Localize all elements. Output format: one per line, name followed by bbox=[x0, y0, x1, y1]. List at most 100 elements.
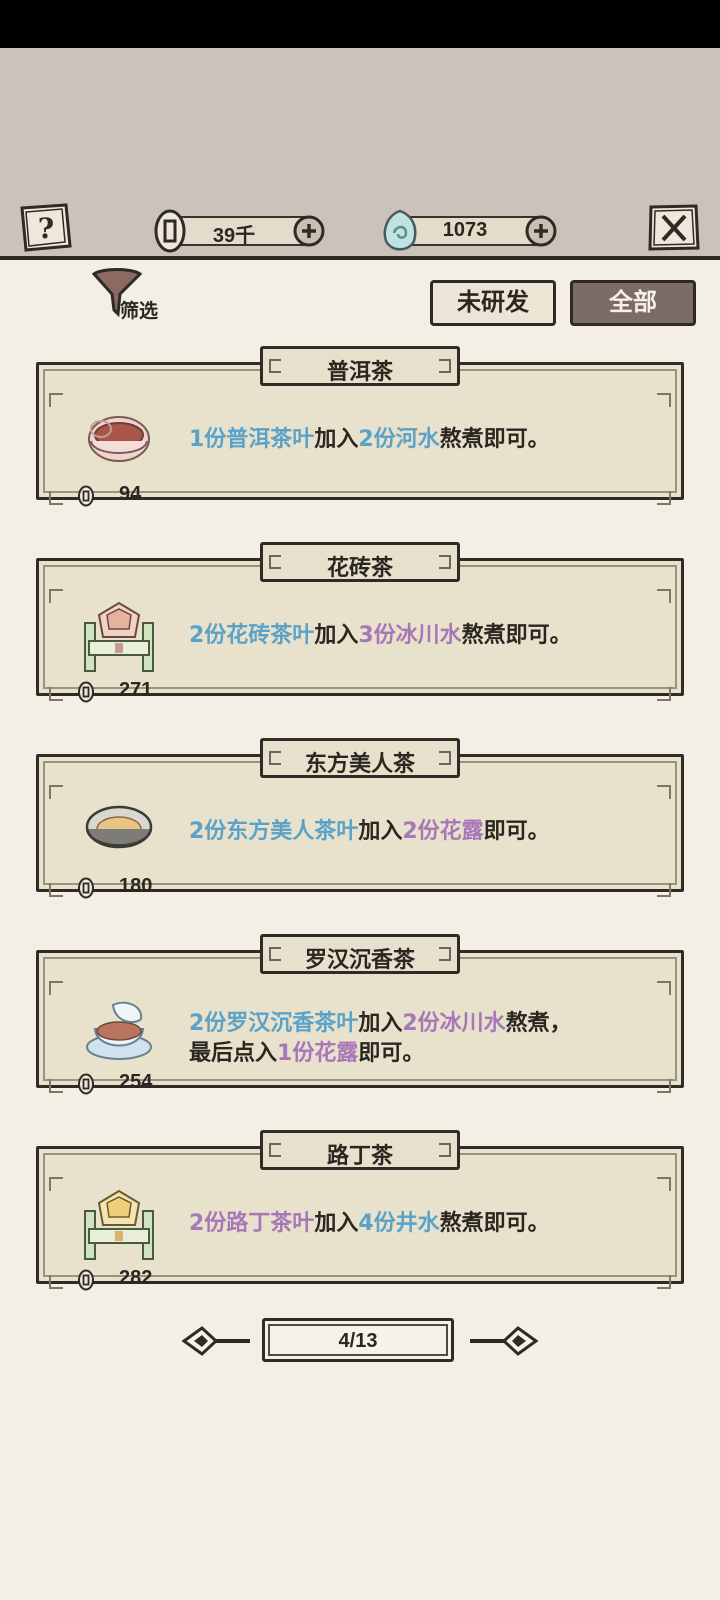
corner-ornament bbox=[657, 1079, 671, 1093]
corner-ornament bbox=[49, 883, 63, 897]
tea-name: 罗汉沉香茶 bbox=[304, 948, 415, 973]
corner-ornament bbox=[49, 687, 63, 701]
tea-recipe: 2份东方美人茶叶加入2份花露即可。 bbox=[189, 817, 669, 847]
corner-ornament bbox=[49, 589, 63, 603]
tea-title-plate: 普洱茶 bbox=[260, 346, 460, 386]
tea-bowl-icon bbox=[79, 793, 159, 873]
corner-ornament bbox=[657, 589, 671, 603]
coin-icon bbox=[77, 877, 95, 899]
tea-price: 180 bbox=[119, 875, 153, 897]
corner-ornament bbox=[657, 687, 671, 701]
tea-recipe: 1份普洱茶叶加入2份河水熬煮即可。 bbox=[189, 425, 669, 455]
tea-price: 254 bbox=[119, 1071, 153, 1093]
jade-value: 1073 bbox=[442, 219, 488, 241]
tea-title-plate: 罗汉沉香茶 bbox=[260, 934, 460, 974]
arrow-right-icon bbox=[470, 1326, 539, 1356]
status-bar bbox=[0, 0, 720, 48]
tea-title-plate: 路丁茶 bbox=[260, 1130, 460, 1170]
question-icon: ? bbox=[20, 203, 72, 252]
recipe-segment: 熬煮即可。 bbox=[439, 1211, 550, 1236]
coin-currency: 39千 bbox=[150, 209, 326, 253]
coin-icon bbox=[77, 1073, 95, 1095]
prev-page-button[interactable] bbox=[180, 1322, 252, 1360]
recipe-segment: 加入 bbox=[314, 1211, 359, 1236]
header-divider bbox=[0, 256, 720, 268]
corner-ornament bbox=[49, 785, 63, 799]
corner-ornament bbox=[49, 491, 63, 505]
pagination: 4/13 bbox=[180, 1314, 540, 1368]
add-jade-button[interactable] bbox=[524, 214, 558, 248]
recipe-segment: 熬煮， bbox=[505, 1011, 572, 1036]
corner-ornament bbox=[657, 981, 671, 995]
corner-ornament bbox=[49, 1275, 63, 1289]
recipe-segment: 2份河水 bbox=[358, 427, 440, 452]
corner-ornament bbox=[657, 1275, 671, 1289]
recipe-segment: 3份冰川水 bbox=[358, 623, 462, 648]
corner-ornament bbox=[49, 1177, 63, 1191]
plus-icon bbox=[293, 215, 325, 247]
coin-icon bbox=[77, 1269, 95, 1291]
tea-title-plate: 东方美人茶 bbox=[260, 738, 460, 778]
tea-name: 东方美人茶 bbox=[304, 752, 415, 777]
recipe-segment: 2份冰川水 bbox=[402, 1011, 506, 1036]
tab-all[interactable]: 全部 bbox=[570, 280, 696, 326]
recipe-segment: 2份花砖茶叶 bbox=[189, 623, 315, 648]
recipe-segment: 2份东方美人茶叶 bbox=[189, 819, 359, 844]
filter-button[interactable]: 筛选 bbox=[91, 268, 172, 324]
recipe-segment: 熬煮即可。 bbox=[461, 623, 572, 648]
close-button[interactable] bbox=[646, 202, 702, 254]
svg-text:?: ? bbox=[38, 212, 54, 245]
corner-ornament bbox=[657, 491, 671, 505]
tea-name: 普洱茶 bbox=[326, 360, 393, 385]
recipe-segment: 最后点入 bbox=[189, 1041, 278, 1066]
corner-ornament bbox=[49, 393, 63, 407]
coin-value: 39千 bbox=[212, 225, 256, 247]
red-tea-cup-icon bbox=[79, 401, 159, 481]
tea-price: 94 bbox=[119, 483, 142, 505]
tea-card[interactable]: 254 2份罗汉沉香茶叶加入2份冰川水熬煮， 最后点入1份花露即可。 罗汉沉香茶 bbox=[36, 934, 684, 1095]
tea-name: 花砖茶 bbox=[326, 556, 393, 581]
close-icon bbox=[648, 204, 700, 251]
coin-icon bbox=[77, 681, 95, 703]
jade-currency: 1073 bbox=[380, 209, 558, 251]
tea-card[interactable]: 282 2份路丁茶叶加入4份井水熬煮即可。 路丁茶 bbox=[36, 1130, 684, 1291]
tea-name: 路丁茶 bbox=[326, 1144, 393, 1169]
corner-ornament bbox=[49, 1079, 63, 1093]
recipe-segment: 加入 bbox=[314, 427, 359, 452]
tea-card[interactable]: 94 1份普洱茶叶加入2份河水熬煮即可。 普洱茶 bbox=[36, 346, 684, 507]
recipe-segment: 加入 bbox=[358, 819, 403, 844]
tab-undeveloped[interactable]: 未研发 bbox=[430, 280, 556, 326]
arrow-left-icon bbox=[181, 1326, 250, 1356]
next-page-button[interactable] bbox=[468, 1322, 540, 1360]
recipe-segment: 即可。 bbox=[358, 1041, 425, 1066]
header-background bbox=[0, 48, 720, 262]
coin-icon bbox=[77, 485, 95, 507]
add-coin-button[interactable] bbox=[292, 214, 326, 248]
recipe-segment: 1份花露 bbox=[277, 1041, 359, 1066]
recipe-segment: 2份路丁茶叶 bbox=[189, 1211, 315, 1236]
recipe-segment: 即可。 bbox=[483, 819, 550, 844]
corner-ornament bbox=[657, 883, 671, 897]
recipe-segment: 加入 bbox=[314, 623, 359, 648]
corner-ornament bbox=[657, 785, 671, 799]
recipe-segment: 加入 bbox=[358, 1011, 403, 1036]
lidded-tea-cup-icon bbox=[79, 989, 159, 1069]
corner-ornament bbox=[657, 393, 671, 407]
recipe-segment: 1份普洱茶叶 bbox=[189, 427, 315, 452]
tea-card[interactable]: 180 2份东方美人茶叶加入2份花露即可。 东方美人茶 bbox=[36, 738, 684, 899]
corner-ornament bbox=[49, 981, 63, 995]
help-button[interactable]: ? bbox=[18, 202, 74, 254]
corner-ornament bbox=[657, 1177, 671, 1191]
page-indicator: 4/13 bbox=[262, 1318, 454, 1362]
tea-brick-stand-icon bbox=[79, 597, 159, 677]
recipe-segment: 2份花露 bbox=[402, 819, 484, 844]
recipe-segment: 4份井水 bbox=[358, 1211, 440, 1236]
tea-recipe: 2份路丁茶叶加入4份井水熬煮即可。 bbox=[189, 1209, 669, 1239]
page-indicator-text: 4/13 bbox=[338, 1330, 378, 1352]
tea-recipe: 2份罗汉沉香茶叶加入2份冰川水熬煮， 最后点入1份花露即可。 bbox=[189, 1009, 669, 1069]
tea-card[interactable]: 271 2份花砖茶叶加入3份冰川水熬煮即可。 花砖茶 bbox=[36, 542, 684, 703]
plus-icon bbox=[525, 215, 557, 247]
filter-label: 筛选 bbox=[120, 300, 159, 322]
tea-brick-stand-yellow-icon bbox=[79, 1185, 159, 1265]
recipe-segment: 熬煮即可。 bbox=[439, 427, 550, 452]
